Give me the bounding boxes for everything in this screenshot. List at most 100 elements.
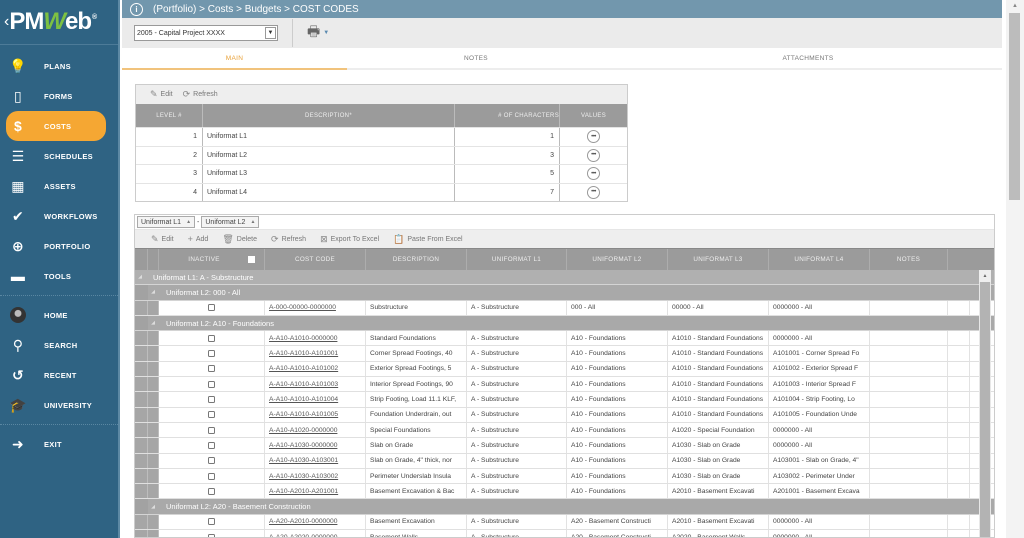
group-chip-l2[interactable]: Uniformat L2 ▲ [201, 216, 260, 228]
grid-scrollbar[interactable]: ▲ [979, 270, 991, 537]
export-excel-button[interactable]: ⊠ Export To Excel [320, 234, 379, 245]
sort-asc-icon[interactable]: ▲ [186, 219, 191, 225]
print-icon[interactable]: 🖶 [307, 21, 320, 45]
group-chip-l1[interactable]: Uniformat L1 ▲ [137, 216, 196, 228]
inactive-checkbox[interactable] [208, 441, 215, 449]
scroll-up-icon[interactable]: ▲ [979, 270, 991, 282]
sidebar-item-university[interactable]: 🎓 UNIVERSITY [0, 390, 118, 420]
values-ellipsis-button[interactable]: ••• [587, 167, 600, 181]
table-row[interactable]: A-A10-A1030-A103001 Slab on Grade, 4" th… [135, 453, 994, 469]
values-ellipsis-button[interactable]: ••• [587, 148, 600, 162]
collapse-toggle-icon[interactable]: ◢ [148, 504, 158, 510]
edit-button[interactable]: ✎ Edit [150, 89, 173, 100]
cost-code-link[interactable]: A-A10-A1030-A103001 [269, 457, 338, 464]
collapse-toggle-icon[interactable]: ◢ [135, 274, 145, 280]
inactive-checkbox[interactable] [208, 334, 215, 342]
cost-code-link[interactable]: A-A10-A2010-A201001 [269, 488, 338, 495]
cost-code-link[interactable]: A-000-00000-0000000 [269, 304, 336, 311]
table-row[interactable]: A-A10-A1010-A101003 Interior Spread Foot… [135, 377, 994, 393]
cost-code-link[interactable]: A-A20-A2010-0000000 [269, 518, 337, 525]
cost-code-link[interactable]: A-A10-A1010-A101002 [269, 365, 338, 372]
group-header-l2[interactable]: ◢ Uniformat L2: A20 - Basement Constructi… [135, 499, 994, 515]
collapse-toggle-icon[interactable]: ◢ [148, 320, 158, 326]
column-header-level[interactable]: LEVEL # [136, 104, 203, 127]
level-row[interactable]: 2 Uniformat L2 3 ••• [136, 145, 627, 164]
group-header-l1[interactable]: ◢ Uniformat L1: A - Substructure [135, 270, 994, 286]
sort-asc-icon[interactable]: ▲ [250, 219, 255, 225]
column-header-description[interactable]: DESCRIPTION* [203, 104, 455, 127]
values-ellipsis-button[interactable]: ••• [587, 130, 600, 144]
table-row[interactable]: A-A10-A1010-0000000 Standard Foundations… [135, 331, 994, 347]
edit-button[interactable]: ✎ Edit [151, 234, 174, 245]
table-row[interactable]: A-A10-A1010-A101001 Corner Spread Footin… [135, 346, 994, 362]
print-dropdown-icon[interactable]: ▼ [323, 30, 329, 36]
column-header-uniformat-l3[interactable]: UNIFORMAT L3 [668, 249, 769, 270]
level-row[interactable]: 3 Uniformat L3 5 ••• [136, 164, 627, 183]
breadcrumb[interactable]: (Portfolio) > Costs > Budgets > COST COD… [153, 4, 359, 15]
column-header-characters[interactable]: # OF CHARACTERS [455, 104, 560, 127]
page-scrollbar[interactable]: ▲ [1006, 0, 1024, 538]
sidebar-item-schedules[interactable]: ☰ SCHEDULES [0, 141, 118, 171]
inactive-checkbox[interactable] [208, 365, 215, 373]
info-icon[interactable]: i [130, 2, 143, 16]
column-header-notes[interactable]: NOTES [870, 249, 948, 270]
inactive-checkbox[interactable] [208, 396, 215, 404]
group-header-l2[interactable]: ◢ Uniformat L2: 000 - All [135, 285, 994, 301]
add-button[interactable]: + Add [188, 234, 209, 244]
cost-code-link[interactable]: A-A10-A1030-0000000 [269, 442, 337, 449]
select-all-checkbox[interactable] [247, 256, 255, 263]
inactive-checkbox[interactable] [208, 472, 215, 480]
cost-code-link[interactable]: A-A10-A1010-0000000 [269, 335, 337, 342]
sidebar-item-recent[interactable]: ↺ RECENT [0, 360, 118, 390]
level-row[interactable]: 4 Uniformat L4 7 ••• [136, 182, 627, 201]
cost-code-link[interactable]: A-A10-A1010-A101005 [269, 411, 338, 418]
project-select[interactable]: 2005 - Capital Project XXXX ▼ [134, 25, 278, 41]
sidebar-item-tools[interactable]: ▬ TOOLS [0, 261, 118, 291]
scrollbar-thumb[interactable] [1009, 13, 1020, 200]
scroll-up-icon[interactable]: ▲ [1006, 0, 1024, 12]
table-row[interactable]: A-A10-A1030-0000000 Slab on Grade A - Su… [135, 438, 994, 454]
cost-code-link[interactable]: A-A10-A1030-A103002 [269, 473, 338, 480]
group-header-l2[interactable]: ◢ Uniformat L2: A10 - Foundations [135, 315, 994, 332]
table-row[interactable]: A-000-00000-0000000 Substructure A - Sub… [135, 300, 994, 316]
level-row[interactable]: 1 Uniformat L1 1 ••• [136, 127, 627, 146]
refresh-button[interactable]: ⟳ Refresh [271, 234, 306, 245]
tab-attachments[interactable]: ATTACHMENTS [605, 48, 1011, 68]
tab-main[interactable]: MAIN [122, 48, 347, 70]
inactive-checkbox[interactable] [208, 350, 215, 358]
inactive-checkbox[interactable] [208, 426, 215, 434]
sidebar-item-portfolio[interactable]: ⊕ PORTFOLIO [0, 231, 118, 261]
pmweb-logo[interactable]: ‹ PM Web ® [0, 0, 118, 45]
cost-code-link[interactable]: A-A10-A1020-0000000 [269, 427, 337, 434]
table-row[interactable]: A-A10-A1030-A103002 Perimeter Underslab … [135, 468, 994, 485]
cost-code-link[interactable]: A-A20-A2020-0000000 [269, 534, 337, 537]
sidebar-item-search[interactable]: ⚲ SEARCH [0, 330, 118, 360]
sidebar-item-assets[interactable]: ▦ ASSETS [0, 171, 118, 201]
inactive-checkbox[interactable] [208, 487, 215, 495]
chevron-down-icon[interactable]: ▼ [265, 27, 276, 39]
paste-excel-button[interactable]: 📋 Paste From Excel [393, 234, 462, 245]
sidebar-item-home[interactable]: HOME [0, 300, 118, 330]
table-row[interactable]: A-A10-A1020-0000000 Special Foundations … [135, 422, 994, 439]
refresh-button[interactable]: ⟳ Refresh [183, 89, 218, 100]
values-ellipsis-button[interactable]: ••• [587, 185, 600, 199]
inactive-checkbox[interactable] [208, 380, 215, 388]
sidebar-item-workflows[interactable]: ✔ WORKFLOWS [0, 201, 118, 231]
sidebar-item-plans[interactable]: 💡 PLANS [0, 51, 118, 81]
inactive-checkbox[interactable] [208, 457, 215, 465]
column-header-uniformat-l1[interactable]: UNIFORMAT L1 [467, 249, 567, 270]
table-row[interactable]: A-A10-A1010-A101004 Strip Footing, Load … [135, 392, 994, 408]
collapse-chevron-icon[interactable]: ‹ [4, 13, 9, 31]
sidebar-item-costs[interactable]: $ COSTS [6, 111, 106, 141]
sidebar-item-forms[interactable]: ▯ FORMS [0, 81, 118, 111]
column-header-uniformat-l4[interactable]: UNIFORMAT L4 [769, 249, 870, 270]
delete-button[interactable]: 🗑 Delete [222, 234, 257, 245]
column-header-values[interactable]: VALUES [560, 104, 627, 127]
inactive-checkbox[interactable] [208, 533, 215, 537]
cost-code-link[interactable]: A-A10-A1010-A101001 [269, 350, 338, 357]
table-row[interactable]: A-A10-A1010-A101005 Foundation Underdrai… [135, 407, 994, 423]
inactive-checkbox[interactable] [208, 411, 215, 419]
inactive-checkbox[interactable] [208, 518, 215, 526]
table-row[interactable]: A-A20-A2010-0000000 Basement Excavation … [135, 514, 994, 531]
column-header-inactive[interactable]: INACTIVE [159, 249, 265, 270]
